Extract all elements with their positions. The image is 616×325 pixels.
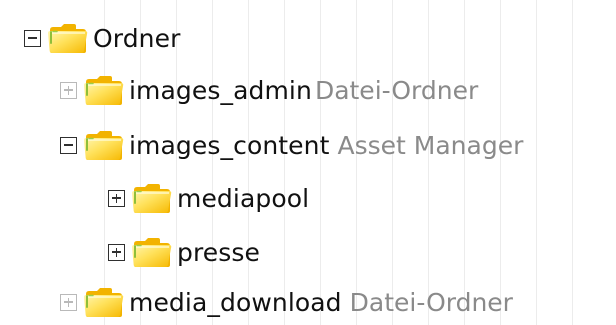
expand-toggle-icon[interactable] — [108, 189, 125, 207]
tree-node-media-download[interactable]: media_download Datei-Ordner — [60, 282, 513, 322]
tree-node-presse[interactable]: presse — [108, 232, 260, 272]
node-label[interactable]: Ordner — [93, 24, 181, 53]
folder-icon — [83, 285, 125, 319]
folder-icon — [83, 73, 125, 107]
tree-node-root[interactable]: Ordner — [24, 18, 181, 58]
node-label[interactable]: mediapool — [177, 184, 309, 213]
node-description: Datei-Ordner — [314, 75, 479, 105]
node-label[interactable]: presse — [177, 238, 260, 267]
folder-tree: Ordner images_admin Datei-Ordner images_… — [0, 0, 616, 325]
folder-icon — [47, 21, 89, 55]
tree-node-images-content[interactable]: images_content Asset Manager — [60, 125, 523, 165]
expand-toggle-icon[interactable] — [60, 81, 77, 99]
expand-toggle-icon[interactable] — [60, 293, 77, 311]
node-label[interactable]: images_content — [129, 131, 330, 160]
collapse-toggle-icon[interactable] — [24, 29, 41, 47]
folder-icon — [83, 128, 125, 162]
tree-node-mediapool[interactable]: mediapool — [108, 178, 309, 218]
node-description: Asset Manager — [337, 130, 524, 160]
collapse-toggle-icon[interactable] — [60, 136, 77, 154]
expand-toggle-icon[interactable] — [108, 243, 125, 261]
tree-node-images-admin[interactable]: images_admin Datei-Ordner — [60, 70, 478, 110]
folder-icon — [131, 181, 173, 215]
folder-icon — [131, 235, 173, 269]
node-label[interactable]: media_download — [129, 288, 342, 317]
node-description: Datei-Ordner — [349, 287, 513, 317]
node-label[interactable]: images_admin — [129, 76, 312, 105]
